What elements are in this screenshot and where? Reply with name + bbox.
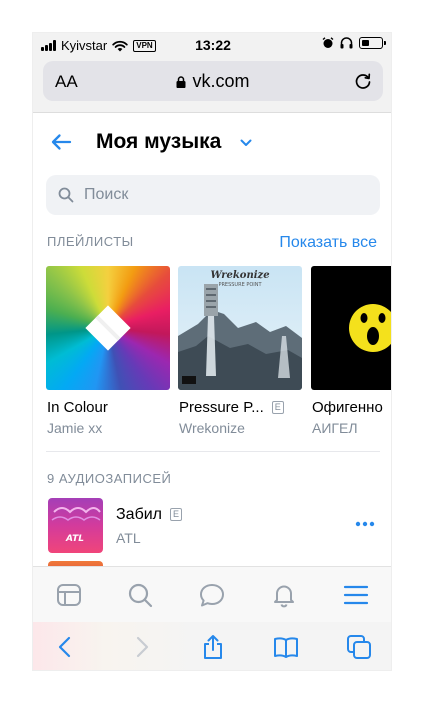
playlists-section-title: ПЛЕЙЛИСТЫ [47,234,134,249]
phone-screen: Kyivstar VPN 13:22 AA vk.com Моя музыка … [32,32,392,671]
more-options-icon[interactable] [355,520,375,528]
search-tab-icon[interactable] [126,581,154,609]
app-tab-bar [33,566,391,622]
chevron-down-icon[interactable] [240,139,252,147]
track-title-row[interactable]: Забил E [116,506,182,524]
surprised-face-cover-art [349,304,391,352]
playlists-carousel[interactable]: In Colour Jamie xx Wrekonize PRESSURE PO… [46,266,391,446]
browser-forward-icon[interactable] [128,634,154,660]
track-cover[interactable]: ATL [48,498,103,553]
menu-hamburger-icon[interactable] [342,581,370,609]
playlist-title: Офигенно [312,399,383,416]
cover-sub-text: PRESSURE POINT [218,282,262,288]
search-input[interactable] [84,183,364,207]
track-title: Забил [116,506,162,523]
pressure-point-cover-art: Wrekonize PRESSURE POINT [178,266,302,390]
playlist-artist[interactable]: Jamie xx [47,420,102,436]
search-icon [58,187,74,203]
headphones-icon [340,37,353,49]
url-display[interactable]: vk.com [43,71,383,92]
search-box[interactable] [46,175,380,215]
browser-toolbar [33,622,391,670]
page-title[interactable]: Моя музыка [96,130,221,154]
alarm-icon [322,37,334,48]
bookmarks-icon[interactable] [273,634,299,660]
tracks-section-title: 9 АУДИОЗАПИСЕЙ [47,471,172,486]
atl-cover-art: ATL [48,498,103,553]
track-artist[interactable]: ATL [116,530,141,546]
tabs-icon[interactable] [346,634,372,660]
battery-icon [359,37,386,49]
explicit-badge: E [170,508,182,521]
address-bar[interactable]: AA vk.com [43,61,383,101]
playlist-title-row: Pressure P... E [179,399,284,416]
messages-icon[interactable] [198,581,226,609]
jamie-xx-logo [85,305,131,351]
playlist-cover[interactable] [311,266,391,390]
playlist-artist[interactable]: АИГЕЛ [312,420,358,436]
status-bar: Kyivstar VPN 13:22 [33,33,391,57]
playlist-card[interactable]: Wrekonize PRESSURE POINT Pressure P... E … [178,266,302,436]
playlist-card[interactable]: Офигенно АИГЕЛ [311,266,391,436]
playlist-cover[interactable] [46,266,170,390]
cover-artist-text: ATL [65,534,84,544]
playlist-cover[interactable]: Wrekonize PRESSURE POINT [178,266,302,390]
browser-address-area: AA vk.com [33,57,391,113]
cover-brand-text: Wrekonize [210,270,269,281]
section-divider [46,451,380,452]
share-icon[interactable] [200,634,226,660]
lock-icon [176,76,186,88]
domain-label: vk.com [192,71,250,91]
reload-icon[interactable] [353,71,373,91]
explicit-badge: E [271,401,284,414]
playlist-title: In Colour [47,399,108,416]
back-arrow-icon[interactable] [49,130,73,154]
news-feed-icon[interactable] [55,581,83,609]
status-right [322,37,386,49]
notifications-bell-icon[interactable] [270,581,298,609]
browser-back-icon[interactable] [53,634,79,660]
show-all-link[interactable]: Показать все [279,234,377,252]
playlist-artist[interactable]: Wrekonize [179,420,245,436]
playlist-card[interactable]: In Colour Jamie xx [46,266,170,436]
playlist-title: Pressure P... [179,399,264,416]
